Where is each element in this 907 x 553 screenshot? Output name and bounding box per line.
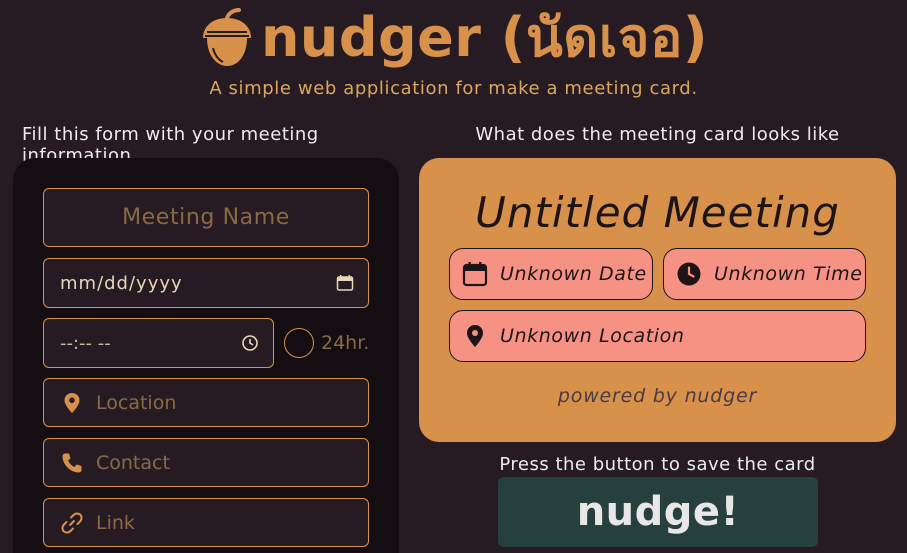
nudge-button[interactable]: nudge! — [498, 477, 818, 547]
clock-icon[interactable] — [241, 334, 259, 352]
card-location-pill: Unknown Location — [449, 310, 866, 362]
app-subtitle: A simple web application for make a meet… — [209, 78, 698, 99]
card-date-text: Unknown Date — [500, 263, 647, 285]
24hr-label: 24hr. — [321, 332, 370, 354]
meeting-card-preview: Untitled Meeting Unknown Date Unknown Ti… — [419, 158, 896, 442]
card-time-pill: Unknown Time — [663, 248, 866, 300]
preview-heading: What does the meeting card looks like — [475, 124, 840, 145]
acorn-icon — [202, 8, 251, 66]
meeting-name-input[interactable]: Meeting Name — [43, 188, 369, 247]
brand: nudger (นัดเจอ) — [0, 6, 907, 70]
meeting-name-placeholder: Meeting Name — [122, 205, 290, 230]
contact-placeholder: Contact — [96, 451, 170, 474]
calendar-icon — [462, 262, 488, 287]
app-title: nudger (นัดเจอ) — [260, 6, 709, 69]
date-input[interactable]: mm/dd/yyyy — [43, 258, 369, 308]
card-location-text: Unknown Location — [500, 325, 685, 347]
powered-by-text: powered by nudger — [557, 385, 758, 407]
location-pin-icon — [64, 393, 80, 413]
card-date-pill: Unknown Date — [449, 248, 653, 300]
link-placeholder: Link — [96, 511, 135, 534]
link-input[interactable]: Link — [43, 498, 369, 547]
time-input[interactable]: --:-- -- — [43, 318, 274, 368]
save-hint: Press the button to save the card — [499, 454, 816, 475]
time-value: --:-- -- — [60, 332, 111, 354]
date-value: mm/dd/yyyy — [60, 272, 183, 294]
calendar-icon[interactable] — [336, 274, 354, 292]
location-pin-icon — [467, 325, 483, 347]
link-icon — [61, 512, 83, 534]
contact-input[interactable]: Contact — [43, 438, 369, 487]
phone-icon — [62, 453, 82, 473]
clock-icon — [677, 262, 701, 286]
location-placeholder: Location — [96, 391, 177, 414]
card-title: Untitled Meeting — [475, 188, 840, 237]
24hr-toggle[interactable] — [284, 328, 314, 358]
card-time-text: Unknown Time — [714, 263, 863, 285]
meeting-form: Meeting Name mm/dd/yyyy --:-- -- 24hr. L… — [13, 158, 399, 553]
location-input[interactable]: Location — [43, 378, 369, 427]
